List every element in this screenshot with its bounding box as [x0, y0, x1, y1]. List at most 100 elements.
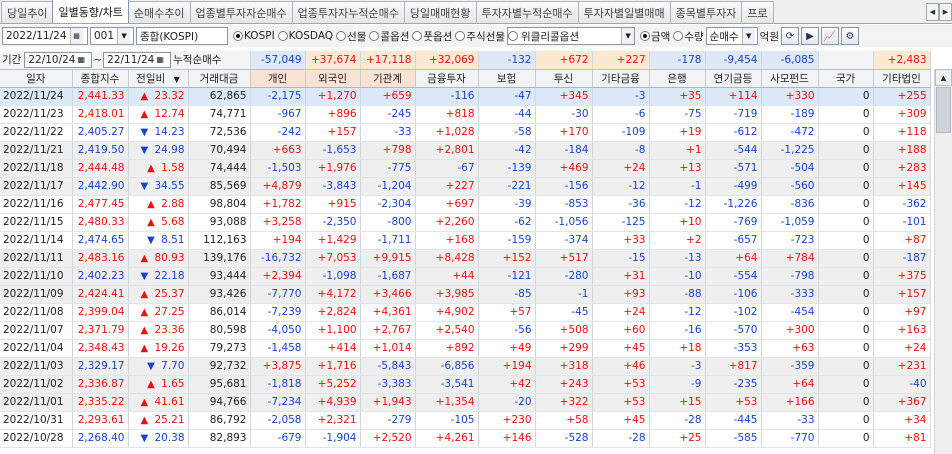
table-row[interactable]: 2022/11/18 2,444.48 ▲ 1.58 74,444 -1,503 +1,97… — [0, 159, 931, 178]
investor-value-cell: -4,050 — [250, 321, 306, 340]
table-row[interactable]: 2022/11/14 2,474.65 ▼ 8.51 112,163 +194 +1,429… — [0, 231, 931, 250]
column-header[interactable]: 기타법인 — [873, 69, 931, 88]
tab-5[interactable]: 당일매매현황 — [403, 1, 477, 23]
column-header[interactable]: 기관계 — [360, 69, 416, 88]
table-row[interactable]: 2022/11/17 2,442.90 ▼ 34.55 85,569 +4,879 -3,8… — [0, 177, 931, 196]
market-radio-4[interactable]: 풋옵션 — [412, 29, 452, 44]
gear-icon[interactable]: ⚙ — [841, 27, 859, 45]
investor-value-cell: +24 — [592, 303, 650, 322]
radio-dot-icon[interactable] — [640, 31, 651, 41]
column-header[interactable]: 거래대금 — [188, 69, 251, 88]
radio-dot-icon[interactable] — [277, 31, 288, 41]
table-row[interactable]: 2022/11/09 2,424.41 ▲ 25.37 93,426 -7,770 +4,1… — [0, 285, 931, 304]
code-select[interactable]: 001 ▼ — [90, 27, 134, 45]
column-header[interactable]: 연기금등 — [705, 69, 762, 88]
change-value: 34.55 — [154, 180, 185, 192]
index-cell: 2,329.17 — [72, 357, 129, 376]
tab-6[interactable]: 투자자별누적순매수 — [475, 1, 579, 23]
table-row[interactable]: 2022/11/21 2,419.50 ▼ 24.98 70,494 +663 -1,653… — [0, 141, 931, 160]
period-from-field[interactable]: 22/10/24 ▦ — [24, 51, 93, 68]
table-row[interactable]: 2022/11/23 2,418.01 ▲ 12.74 74,771 -967 +896 -2… — [0, 105, 931, 124]
cumulative-value: -57,049 — [250, 51, 306, 70]
market-radio-1[interactable]: KOSDAQ — [277, 29, 333, 44]
tab-9[interactable]: 프로 — [741, 1, 774, 23]
table-row[interactable]: 2022/11/07 2,371.79 ▲ 23.36 80,598 -4,050 +1,1… — [0, 321, 931, 340]
next-page-icon[interactable]: ▶ — [801, 27, 819, 45]
calendar-icon[interactable]: ▦ — [69, 28, 83, 44]
table-row[interactable]: 2022/11/15 2,480.33 ▲ 5.68 93,088 +3,258 -2,35… — [0, 213, 931, 232]
column-header[interactable]: 금융투자 — [415, 69, 479, 88]
unit-radio-1[interactable]: 수량 — [673, 29, 704, 44]
column-header[interactable]: 외국인 — [305, 69, 361, 88]
investor-value-cell: +1 — [649, 141, 706, 160]
change-value: 23.32 — [154, 90, 185, 102]
radio-dot-icon[interactable] — [369, 31, 380, 41]
tab-2[interactable]: 순매수추이 — [127, 1, 191, 23]
radio-dot-icon[interactable] — [233, 31, 243, 41]
tab-next-icon[interactable]: ▶ — [939, 3, 952, 21]
down-triangle-icon: ▼ — [147, 361, 155, 372]
investor-value-cell: +157 — [305, 123, 361, 142]
column-header[interactable]: 종합지수 — [72, 69, 129, 88]
market-radio-3[interactable]: 콜옵션 — [369, 29, 409, 44]
table-row[interactable]: 2022/11/11 2,483.16 ▲ 80.93 139,176 -16,732 +7… — [0, 249, 931, 268]
column-header[interactable]: 보험 — [478, 69, 536, 88]
scroll-up-icon[interactable]: ▲ — [935, 69, 952, 86]
investor-value-cell: +4,361 — [360, 303, 416, 322]
trade-type-select[interactable]: 순매수 ▼ — [705, 27, 758, 45]
market-radio-2[interactable]: 선물 — [336, 29, 366, 44]
tab-0[interactable]: 당일추이 — [1, 1, 54, 23]
radio-dot-icon[interactable] — [412, 31, 423, 41]
calendar-icon[interactable]: ▦ — [78, 55, 86, 64]
chevron-down-icon[interactable]: ▼ — [741, 28, 755, 44]
tab-4[interactable]: 업종투자자누적순매수 — [291, 1, 405, 23]
radio-dot-icon[interactable] — [673, 31, 684, 41]
table-row[interactable]: 2022/11/16 2,477.45 ▲ 2.88 98,804 +1,782 +915-… — [0, 195, 931, 214]
change-value: 23.36 — [154, 324, 185, 336]
column-header[interactable]: 은행 — [649, 69, 706, 88]
scroll-thumb[interactable] — [936, 87, 951, 133]
tab-8[interactable]: 종목별투자자 — [669, 1, 743, 23]
column-header[interactable]: 전일비 ▼ — [128, 69, 189, 88]
tab-prev-icon[interactable]: ◀ — [926, 3, 939, 21]
trade-value-cell: 79,273 — [188, 339, 251, 358]
table-row[interactable]: 2022/11/02 2,336.87 ▲ 1.65 95,681 -1,818 +5,25… — [0, 375, 931, 394]
sort-dropdown-icon[interactable]: ▼ — [171, 75, 180, 84]
column-header[interactable]: 국가 — [818, 69, 874, 88]
investor-value-cell: -585 — [705, 429, 762, 448]
tab-7[interactable]: 투자자별일별매매 — [577, 1, 671, 23]
change-cell: ▲ 25.37 — [128, 285, 189, 304]
table-row[interactable]: 2022/11/08 2,399.04 ▲ 27.25 86,014 -7,239 +2,8… — [0, 303, 931, 322]
table-row[interactable]: 2022/10/28 2,268.40 ▼ 20.38 82,893 -679 -1,904… — [0, 429, 931, 448]
refresh-icon[interactable]: ⟳ — [781, 27, 799, 45]
date-picker[interactable]: 2022/11/24 ▦ — [2, 27, 88, 45]
radio-dot-icon[interactable] — [336, 31, 347, 41]
radio-dot-icon[interactable] — [455, 31, 466, 41]
market-radio-0[interactable]: KOSPI — [233, 29, 275, 44]
tab-3[interactable]: 업종별투자자순매수 — [189, 1, 293, 23]
column-header[interactable]: 일자 — [0, 69, 73, 88]
chevron-down-icon[interactable]: ▼ — [621, 28, 635, 44]
unit-radio-0[interactable]: 금액 — [640, 29, 670, 44]
table-row[interactable]: 2022/11/01 2,335.22 ▲ 41.61 94,766 -7,234 +4,9… — [0, 393, 931, 412]
column-header[interactable]: 투신 — [535, 69, 593, 88]
weekly-radio[interactable] — [508, 31, 519, 41]
vertical-scrollbar[interactable]: ▲ — [934, 69, 952, 454]
table-row[interactable]: 2022/11/04 2,348.43 ▲ 19.26 79,273 -1,458 +414… — [0, 339, 931, 358]
chevron-down-icon[interactable]: ▼ — [117, 28, 131, 44]
tab-1[interactable]: 일별동향/차트 — [52, 0, 129, 23]
table-row[interactable]: 2022/10/31 2,293.61 ▲ 25.21 86,792 -2,058 +2,3… — [0, 411, 931, 430]
chart-icon[interactable]: 📈 — [821, 27, 839, 45]
market-radio-5[interactable]: 주식선물 — [455, 29, 505, 44]
table-row[interactable]: 2022/11/22 2,405.27 ▼ 14.23 72,536 -242 +157 -3… — [0, 123, 931, 142]
period-to-field[interactable]: 22/11/24 ▦ — [103, 51, 172, 68]
column-header[interactable]: 개인 — [250, 69, 306, 88]
weekly-option-select[interactable]: 위클리콜옵션 ▼ — [507, 27, 636, 45]
calendar-icon[interactable]: ▦ — [156, 55, 164, 64]
investor-value-cell: +818 — [415, 105, 479, 124]
column-header[interactable]: 기타금융 — [592, 69, 650, 88]
table-row[interactable]: 2022/11/24 2,441.33 ▲ 23.32 62,865 -2,175 +1,2… — [0, 87, 931, 106]
column-header[interactable]: 사모펀드 — [761, 69, 819, 88]
table-row[interactable]: 2022/11/10 2,402.23 ▼ 22.18 93,444 +2,394 -1,0… — [0, 267, 931, 286]
table-row[interactable]: 2022/11/03 2,329.17 ▼ 7.70 92,732 +3,875 +1,71… — [0, 357, 931, 376]
